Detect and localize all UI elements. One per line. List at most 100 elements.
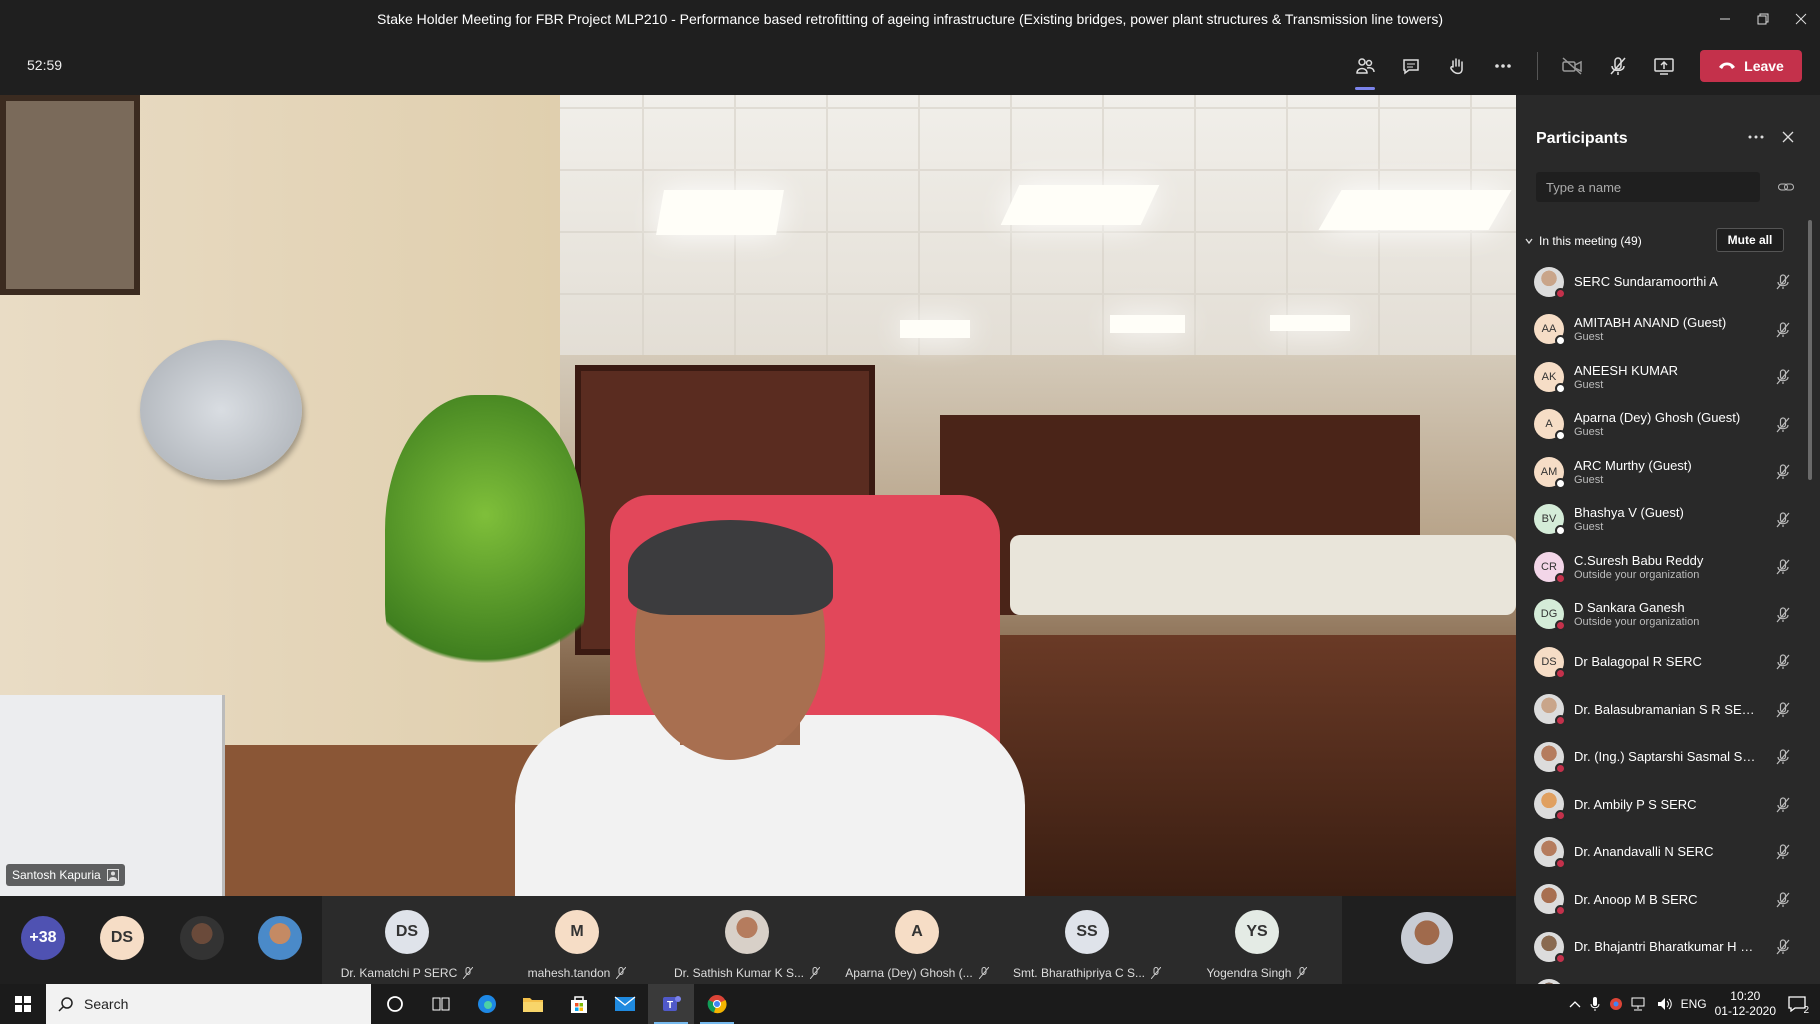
share-screen-button[interactable] bbox=[1646, 48, 1682, 84]
participant-list-item[interactable]: Dr. Bhaskar S SERC bbox=[1516, 971, 1806, 984]
participant-mic-button[interactable] bbox=[1772, 699, 1794, 721]
participant-mic-button[interactable] bbox=[1772, 556, 1794, 578]
participant-list-item[interactable]: BV Bhashya V (Guest) Guest bbox=[1516, 496, 1806, 544]
leave-button[interactable]: Leave bbox=[1700, 50, 1802, 82]
participant-mic-button[interactable] bbox=[1772, 604, 1794, 626]
participant-list-item[interactable]: AA AMITABH ANAND (Guest) Guest bbox=[1516, 306, 1806, 354]
teams-app-button[interactable]: T bbox=[648, 984, 694, 1024]
presence-status-icon bbox=[1555, 762, 1566, 774]
participant-mic-button[interactable] bbox=[1772, 841, 1794, 863]
clock-time: 10:20 bbox=[1730, 989, 1761, 1003]
show-chat-button[interactable] bbox=[1393, 48, 1429, 84]
participant-list-item[interactable]: AM ARC Murthy (Guest) Guest bbox=[1516, 448, 1806, 496]
participant-tile[interactable]: A Aparna (Dey) Ghosh (... bbox=[832, 896, 1002, 984]
overflow-participants-button[interactable]: +38 bbox=[21, 916, 65, 960]
participant-mic-button[interactable] bbox=[1772, 746, 1794, 768]
participant-mic-button[interactable] bbox=[1772, 271, 1794, 293]
participant-tile[interactable]: YS Yogendra Singh bbox=[1172, 896, 1342, 984]
show-participants-button[interactable] bbox=[1347, 48, 1383, 90]
participant-list-item[interactable]: A Aparna (Dey) Ghosh (Guest) Guest bbox=[1516, 401, 1806, 449]
minimize-button[interactable] bbox=[1706, 0, 1744, 37]
panel-close-button[interactable] bbox=[1776, 125, 1800, 149]
participant-list-item[interactable]: SERC Sundaramoorthi A bbox=[1516, 258, 1806, 306]
system-clock[interactable]: 10:20 01-12-2020 bbox=[1715, 989, 1776, 1019]
close-window-button[interactable] bbox=[1782, 0, 1820, 37]
participant-mic-button[interactable] bbox=[1772, 936, 1794, 958]
maximize-button[interactable] bbox=[1744, 0, 1782, 37]
participant-list-item[interactable]: Dr. (Ing.) Saptarshi Sasmal SE... bbox=[1516, 733, 1806, 781]
tile-name-row: mahesh.tandon bbox=[492, 966, 662, 980]
microphone-icon[interactable] bbox=[1589, 996, 1601, 1012]
camera-toggle-button[interactable] bbox=[1554, 48, 1590, 84]
participant-name: ANEESH KUMAR bbox=[1574, 362, 1679, 378]
task-view-button[interactable] bbox=[418, 984, 464, 1024]
panel-scrollbar[interactable] bbox=[1808, 220, 1812, 480]
mic-off-icon bbox=[616, 967, 627, 979]
participant-list-item[interactable]: Dr. Balasubramanian S R SERC bbox=[1516, 686, 1806, 734]
participant-tile[interactable] bbox=[1346, 896, 1516, 984]
tile-name: mahesh.tandon bbox=[527, 966, 611, 980]
participant-list-item[interactable]: Dr. Anoop M B SERC bbox=[1516, 876, 1806, 924]
participant-list-item[interactable]: Dr. Anandavalli N SERC bbox=[1516, 828, 1806, 876]
store-app-button[interactable] bbox=[556, 984, 602, 1024]
language-indicator[interactable]: ENG bbox=[1681, 997, 1707, 1011]
mini-avatar[interactable]: DS bbox=[100, 916, 144, 960]
participant-tile[interactable]: M mahesh.tandon bbox=[492, 896, 662, 984]
edge-app-button[interactable] bbox=[464, 984, 510, 1024]
tile-initials: A bbox=[911, 923, 923, 940]
participant-mic-button[interactable] bbox=[1772, 509, 1794, 531]
mail-app-button[interactable] bbox=[602, 984, 648, 1024]
participant-list-item[interactable]: AK ANEESH KUMAR Guest bbox=[1516, 353, 1806, 401]
panel-more-button[interactable] bbox=[1744, 125, 1768, 149]
participant-mic-button[interactable] bbox=[1772, 319, 1794, 341]
mic-toggle-button[interactable] bbox=[1600, 48, 1636, 84]
participant-avatar-photo bbox=[1534, 836, 1566, 869]
volume-icon[interactable] bbox=[1657, 997, 1673, 1011]
participant-mic-button[interactable] bbox=[1772, 794, 1794, 816]
taskbar-search[interactable]: Search bbox=[46, 984, 371, 1024]
participant-name: Dr. Anandavalli N SERC bbox=[1574, 844, 1714, 860]
participant-list-item[interactable]: Dr. Ambily P S SERC bbox=[1516, 781, 1806, 829]
start-button[interactable] bbox=[0, 984, 46, 1024]
participant-mic-button[interactable] bbox=[1772, 651, 1794, 673]
mic-off-icon bbox=[1776, 464, 1790, 480]
mini-avatar-photo[interactable] bbox=[258, 916, 302, 960]
cortana-button[interactable] bbox=[372, 984, 418, 1024]
participant-tile[interactable]: Dr. Sathish Kumar K S... bbox=[662, 896, 832, 984]
tile-name-row: Dr. Sathish Kumar K S... bbox=[662, 966, 832, 980]
participant-name: Dr. Anoop M B SERC bbox=[1574, 891, 1698, 907]
network-icon[interactable] bbox=[1631, 997, 1649, 1011]
main-video-feed[interactable]: Santosh Kapuria bbox=[0, 95, 1516, 896]
participant-list-item[interactable]: CR C.Suresh Babu Reddy Outside your organi… bbox=[1516, 543, 1806, 591]
tile-name: Smt. Bharathipriya C S... bbox=[1012, 966, 1146, 980]
participant-mic-button[interactable] bbox=[1772, 414, 1794, 436]
participant-mic-button[interactable] bbox=[1772, 889, 1794, 911]
participant-list-item[interactable]: DS Dr Balagopal R SERC bbox=[1516, 638, 1806, 686]
chrome-tray-icon[interactable] bbox=[1609, 997, 1623, 1011]
share-invite-button[interactable] bbox=[1774, 175, 1798, 199]
folder-icon bbox=[523, 998, 543, 1012]
participant-list-item[interactable]: DG D Sankara Ganesh Outside your organizat… bbox=[1516, 591, 1806, 639]
video-ceiling-light bbox=[1270, 315, 1350, 331]
mini-avatar-photo[interactable] bbox=[180, 916, 224, 960]
chrome-app-button[interactable] bbox=[694, 984, 740, 1024]
chevron-up-icon[interactable] bbox=[1569, 999, 1581, 1009]
mute-all-button[interactable]: Mute all bbox=[1716, 228, 1784, 252]
participant-tile[interactable]: DS Dr. Kamatchi P SERC bbox=[322, 896, 492, 984]
participant-initials: A bbox=[1545, 418, 1553, 431]
notification-center-button[interactable]: 2 bbox=[1784, 992, 1810, 1016]
participant-mic-button[interactable] bbox=[1772, 366, 1794, 388]
raise-hand-button[interactable] bbox=[1439, 48, 1475, 84]
participant-name: SERC Sundaramoorthi A bbox=[1574, 274, 1718, 290]
windows-logo-icon bbox=[15, 996, 31, 1012]
participant-mic-button[interactable] bbox=[1772, 461, 1794, 483]
chat-icon bbox=[1403, 59, 1419, 75]
participant-list-item[interactable]: Dr. Bhajantri Bharatkumar H S... bbox=[1516, 923, 1806, 971]
more-actions-button[interactable] bbox=[1485, 48, 1521, 84]
participant-tile[interactable]: SS Smt. Bharathipriya C S... bbox=[1002, 896, 1172, 984]
video-desk bbox=[1000, 635, 1516, 896]
participant-avatar: CR bbox=[1534, 551, 1566, 584]
participant-search-input[interactable] bbox=[1536, 172, 1760, 202]
minimize-icon bbox=[1720, 18, 1730, 19]
file-explorer-button[interactable] bbox=[510, 984, 556, 1024]
